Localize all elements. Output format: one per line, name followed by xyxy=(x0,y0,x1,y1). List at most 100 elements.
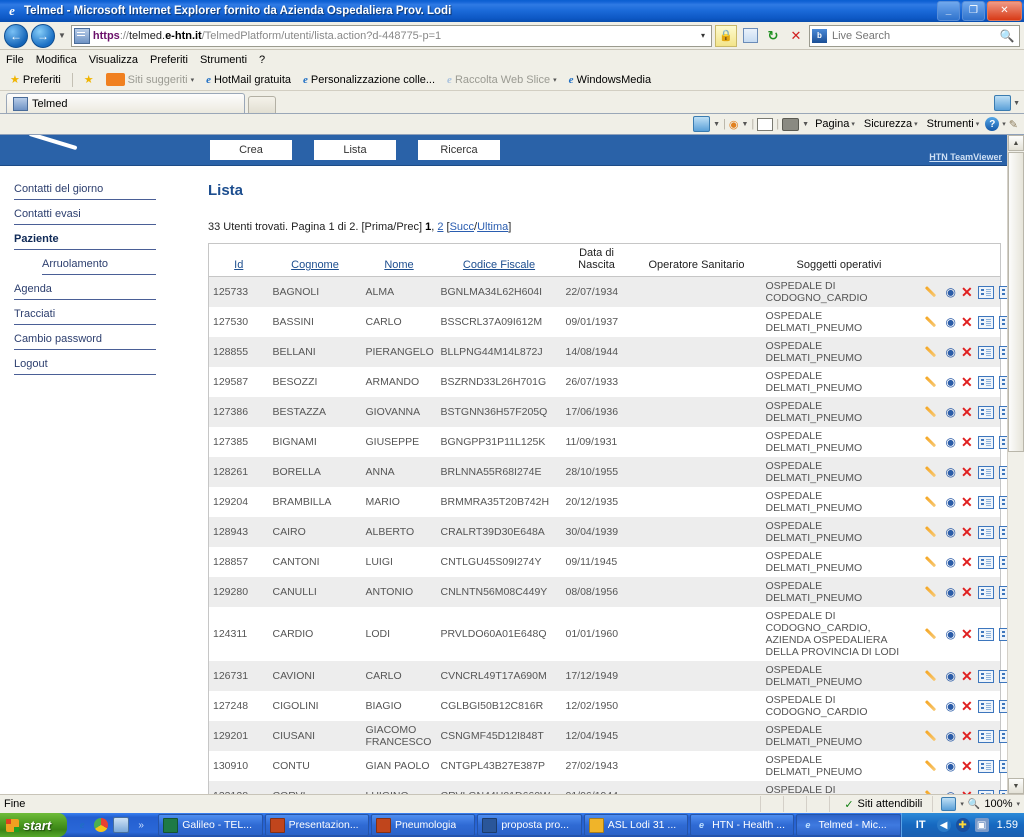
col-header-codice-fiscale[interactable]: Codice Fiscale xyxy=(436,243,562,277)
cmd-sicurezza[interactable]: Sicurezza ▾ xyxy=(861,118,921,130)
fav-hotmail[interactable]: e HotMail gratuita xyxy=(202,73,295,87)
detail-list-icon[interactable] xyxy=(977,465,994,479)
view-icon[interactable]: ◉ xyxy=(946,465,956,479)
back-button[interactable]: ← xyxy=(4,23,28,48)
chevron-down-icon[interactable]: ▾ xyxy=(960,800,964,808)
page-scrollbar[interactable]: ▲ ▼ xyxy=(1007,135,1024,794)
scroll-down-button[interactable]: ▼ xyxy=(1008,778,1024,794)
view-icon[interactable]: ◉ xyxy=(946,435,956,449)
taskbar-task[interactable]: ASL Lodi 31 ... xyxy=(583,814,689,836)
forward-button[interactable]: → xyxy=(31,23,55,48)
edit-icon[interactable] xyxy=(926,435,941,450)
table-row[interactable]: 127530 BASSINI CARLO BSSCRL37A09I612M 09/01/… xyxy=(208,307,1015,337)
close-button[interactable]: ✕ xyxy=(987,0,1022,21)
fav-personalizzazione[interactable]: e Personalizzazione colle... xyxy=(299,73,439,87)
chevron-down-icon[interactable]: ▾ xyxy=(1002,120,1006,128)
table-row[interactable]: 128857 CANTONI LUIGI CNTLGU45S09I274Y 09/11/… xyxy=(208,547,1015,577)
delete-icon[interactable]: ✕ xyxy=(961,374,973,391)
edit-icon[interactable] xyxy=(926,789,941,795)
chrome-icon[interactable] xyxy=(94,818,109,832)
edit-icon[interactable] xyxy=(926,315,941,330)
home-icon[interactable] xyxy=(693,116,711,132)
language-indicator[interactable]: IT xyxy=(910,819,932,831)
table-row[interactable]: 130910 CONTU GIAN PAOLO CNTGPL43B27E387P 27/… xyxy=(208,751,1015,781)
view-icon[interactable]: ◉ xyxy=(946,555,956,569)
update-icon[interactable]: ▣ xyxy=(974,818,989,832)
delete-icon[interactable]: ✕ xyxy=(961,626,973,643)
col-header-id[interactable]: Id xyxy=(208,243,269,277)
volume-icon[interactable]: ◀ xyxy=(936,818,951,832)
col-header-cognome[interactable]: Cognome xyxy=(268,243,362,277)
detail-list-icon[interactable] xyxy=(977,555,994,569)
pagination-last-link[interactable]: Ultima xyxy=(477,221,508,233)
url-box[interactable]: https://telmed.e-htn.it/TelmedPlatform/u… xyxy=(70,24,712,47)
menu-item-help[interactable]: ? xyxy=(259,54,265,66)
scroll-up-button[interactable]: ▲ xyxy=(1008,135,1024,151)
delete-icon[interactable]: ✕ xyxy=(961,758,973,775)
edit-icon[interactable] xyxy=(926,585,941,600)
scrollbar-thumb[interactable] xyxy=(1008,152,1024,452)
sidebar-item-agenda[interactable]: Agenda xyxy=(14,280,156,300)
fav-windowsmedia[interactable]: e WindowsMedia xyxy=(565,73,655,87)
minimize-button[interactable]: _ xyxy=(937,0,960,21)
ie-icon[interactable]: e xyxy=(75,818,89,832)
chevrons-icon[interactable]: » xyxy=(134,818,148,832)
edit-icon[interactable] xyxy=(926,465,941,480)
pagination-page-2[interactable]: 2 xyxy=(437,221,443,233)
taskbar-task[interactable]: e HTN - Health ... xyxy=(690,814,795,836)
taskbar-task[interactable]: Pneumologia xyxy=(370,814,476,836)
menu-item-file[interactable]: File xyxy=(6,54,24,66)
taskbar-task[interactable]: Galileo - TEL... xyxy=(158,814,263,836)
edit-icon[interactable] xyxy=(926,285,941,300)
delete-icon[interactable]: ✕ xyxy=(961,434,973,451)
print-icon[interactable] xyxy=(782,117,800,131)
table-row[interactable]: 128943 CAIRO ALBERTO CRALRT39D30E648A 30/04/… xyxy=(208,517,1015,547)
app-icon[interactable] xyxy=(113,817,130,833)
delete-icon[interactable]: ✕ xyxy=(961,698,973,715)
taskbar-task[interactable]: e Telmed - Mic... xyxy=(796,814,901,836)
compatibility-view-icon[interactable] xyxy=(740,26,760,46)
menu-item-modifica[interactable]: Modifica xyxy=(36,54,77,66)
network-icon[interactable]: ✚ xyxy=(955,818,970,832)
table-row[interactable]: 128855 BELLANI PIERANGELO BLLPNG44M14L872J 1… xyxy=(208,337,1015,367)
sidebar-item-arruolamento[interactable]: Arruolamento xyxy=(42,255,156,275)
edit-icon[interactable] xyxy=(926,345,941,360)
detail-list-icon[interactable] xyxy=(977,669,994,683)
delete-icon[interactable]: ✕ xyxy=(961,494,973,511)
table-row[interactable]: 129204 BRAMBILLA MARIO BRMMRA35T20B742H 20/1… xyxy=(208,487,1015,517)
table-row[interactable]: 129587 BESOZZI ARMANDO BSZRND33L26H701G 26/0… xyxy=(208,367,1015,397)
edit-icon[interactable] xyxy=(926,525,941,540)
detail-list-icon[interactable] xyxy=(977,345,994,359)
view-icon[interactable]: ◉ xyxy=(946,627,956,641)
delete-icon[interactable]: ✕ xyxy=(961,524,973,541)
zoom-control[interactable]: ▾ 🔍 100% ▾ xyxy=(933,797,1020,811)
search-input[interactable] xyxy=(830,28,997,43)
edit-icon[interactable] xyxy=(926,375,941,390)
detail-list-icon[interactable] xyxy=(977,405,994,419)
fav-raccolta-web-slice[interactable]: e Raccolta Web Slice ▾ xyxy=(443,73,561,87)
rss-feed-icon[interactable]: ◉ xyxy=(729,118,739,131)
taskbar-task[interactable]: Presentazion... xyxy=(264,814,369,836)
view-icon[interactable]: ◉ xyxy=(946,699,956,713)
chevron-down-icon[interactable]: ▼ xyxy=(713,121,720,128)
new-tab-button[interactable] xyxy=(248,96,276,113)
edit-icon[interactable] xyxy=(926,627,941,642)
view-icon[interactable]: ◉ xyxy=(946,729,956,743)
view-icon[interactable]: ◉ xyxy=(946,585,956,599)
menu-item-visualizza[interactable]: Visualizza xyxy=(89,54,138,66)
edit-icon[interactable] xyxy=(926,555,941,570)
maximize-button[interactable]: ❐ xyxy=(962,0,985,21)
search-box[interactable]: b 🔍 xyxy=(809,24,1020,47)
mail-icon[interactable] xyxy=(757,117,774,131)
chevron-down-icon[interactable]: ▾ xyxy=(553,76,557,84)
view-icon[interactable]: ◉ xyxy=(946,669,956,683)
view-icon[interactable]: ◉ xyxy=(946,405,956,419)
table-row[interactable]: 133128CORVILUIGINOCRVLGN44H01D660W01/06/… xyxy=(208,781,1015,795)
delete-icon[interactable]: ✕ xyxy=(961,314,973,331)
pagination-next-link[interactable]: Succ xyxy=(450,221,474,233)
delete-icon[interactable]: ✕ xyxy=(961,788,973,795)
detail-list-icon[interactable] xyxy=(977,315,994,329)
favorites-button[interactable]: ★ Preferiti xyxy=(6,72,65,87)
search-go-icon[interactable]: 🔍 xyxy=(997,26,1017,46)
feedback-icon[interactable]: ✎ xyxy=(1009,118,1018,131)
